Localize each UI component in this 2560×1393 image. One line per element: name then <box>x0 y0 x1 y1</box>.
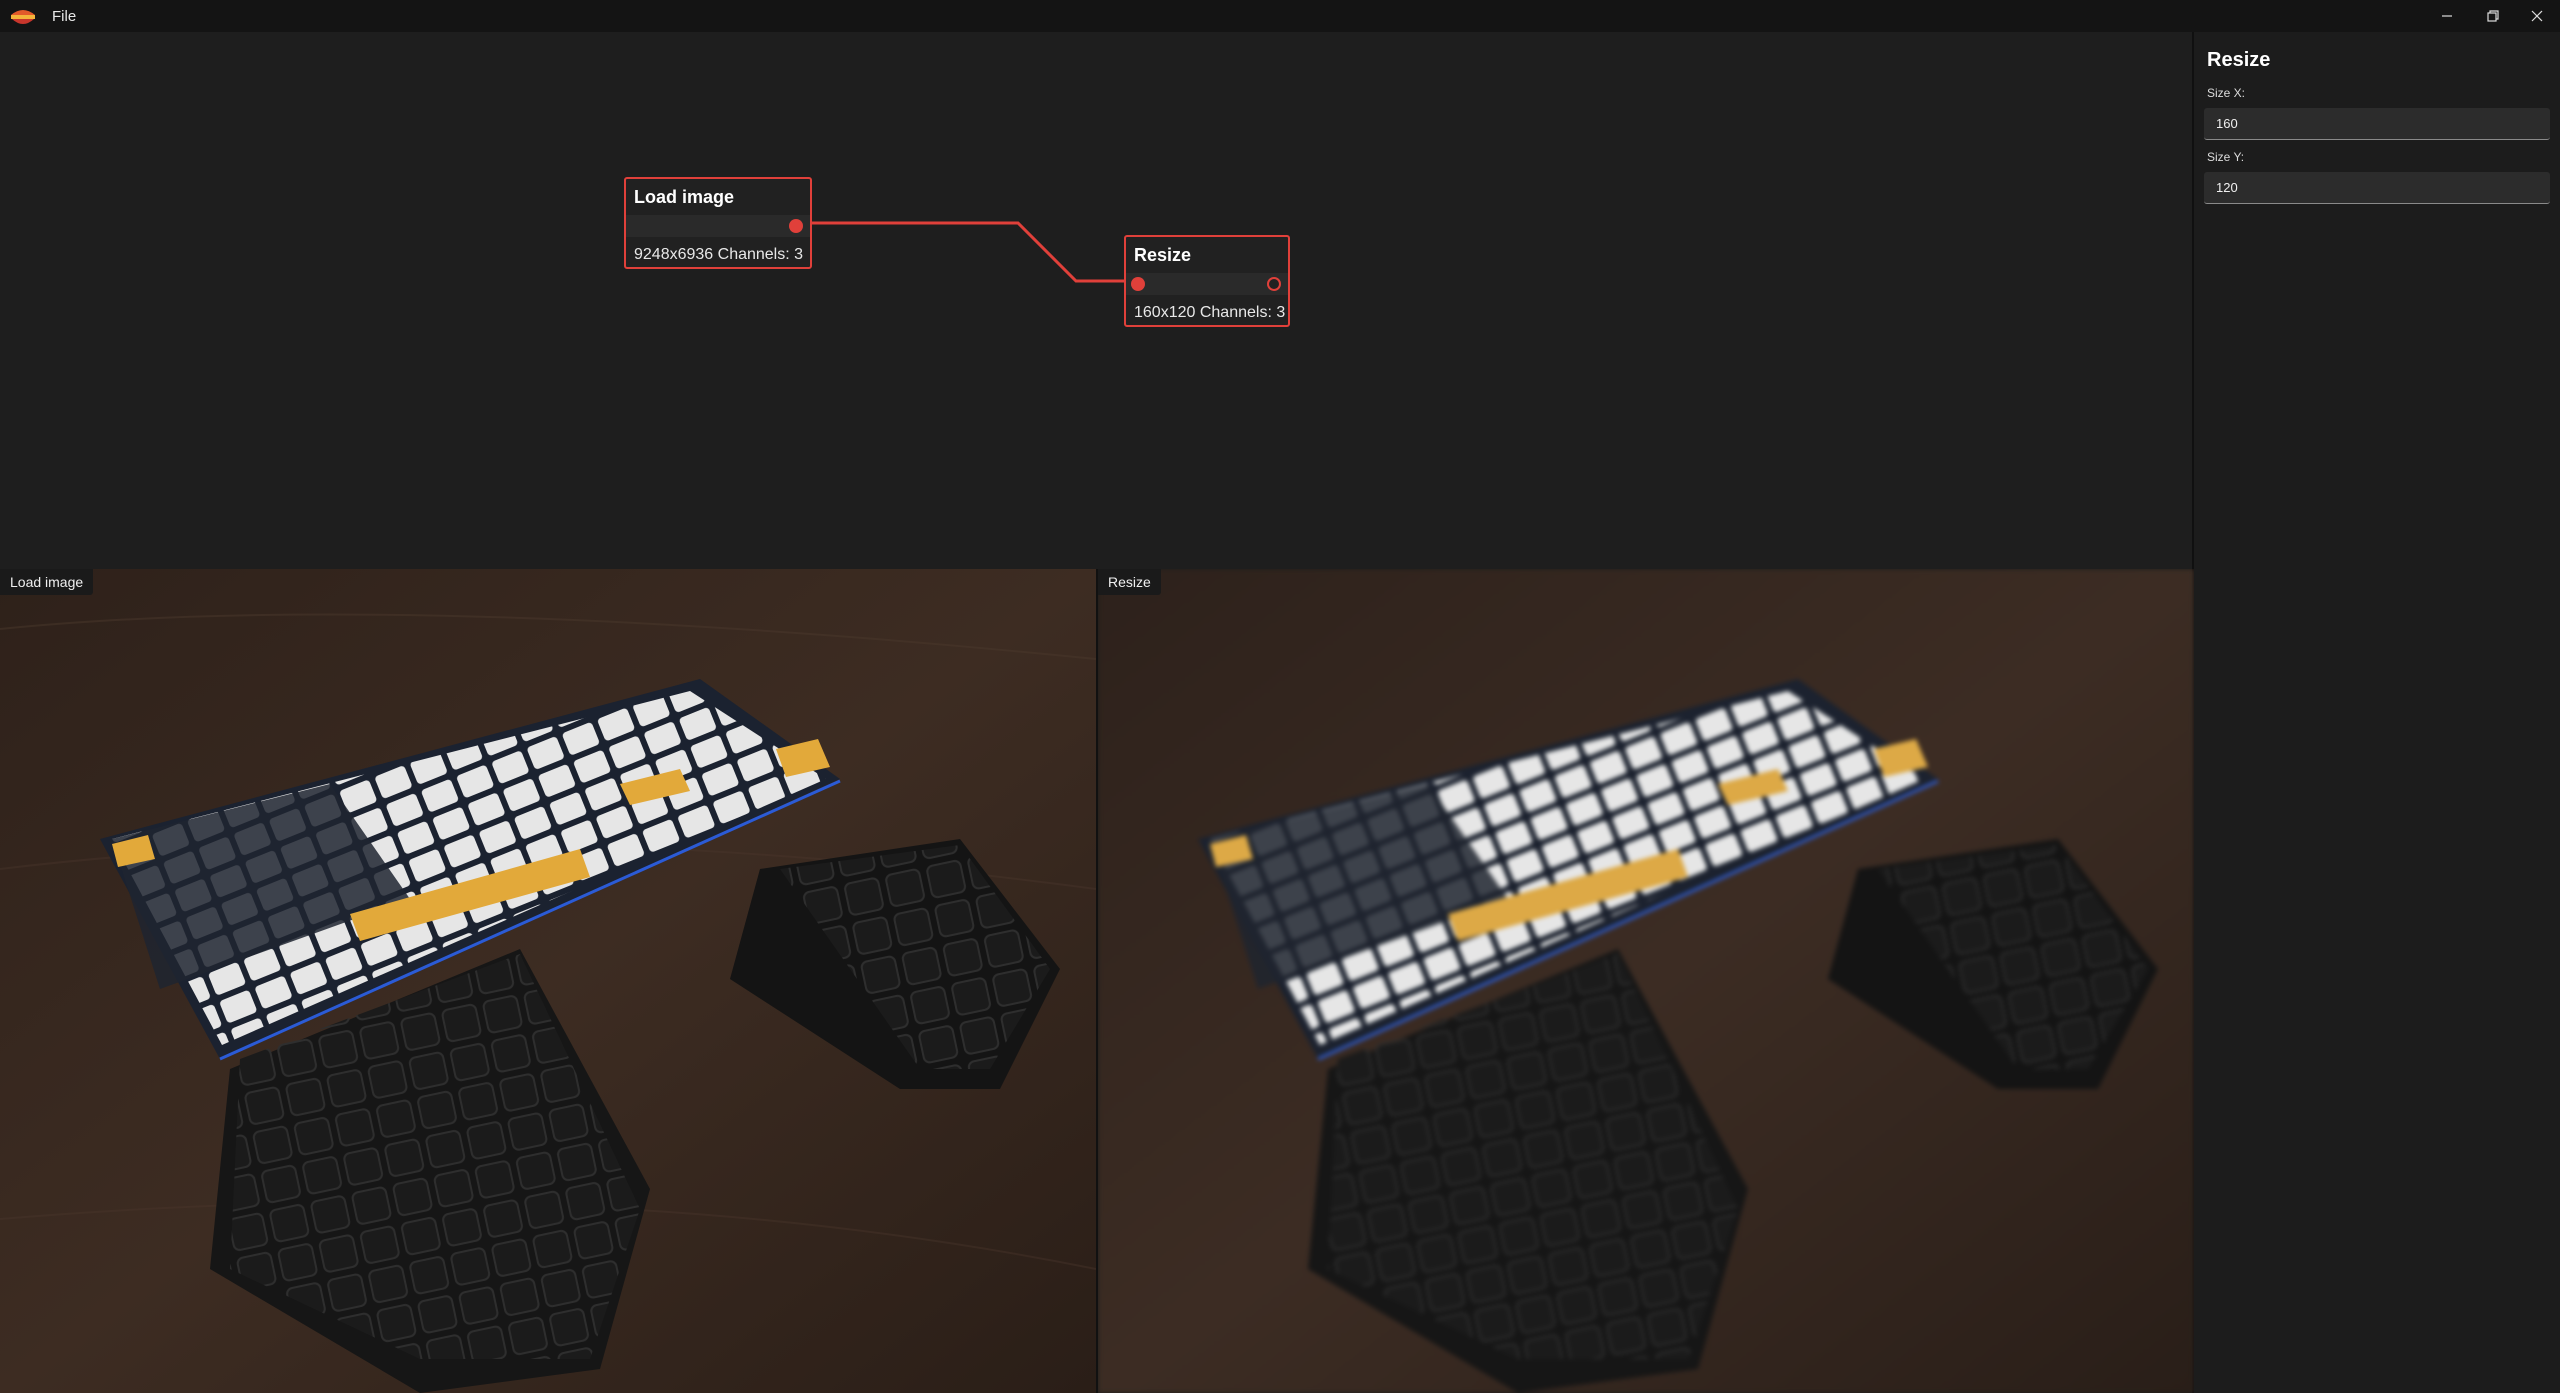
node-info: 160x120 Channels: 3 <box>1134 304 1286 321</box>
size-y-label: Size Y: <box>2207 150 2245 164</box>
size-y-input[interactable] <box>2204 172 2550 204</box>
keyboards-photo <box>0 569 1096 1393</box>
restore-button[interactable] <box>2470 0 2516 32</box>
close-icon <box>2531 10 2543 22</box>
preview-label: Resize <box>1098 569 1161 595</box>
node-graph-canvas[interactable]: Load image 9248x6936 Channels: 3 Resize … <box>0 32 2192 569</box>
connection-wires <box>800 221 1136 287</box>
minimize-icon <box>2442 15 2452 17</box>
close-button[interactable] <box>2514 0 2560 32</box>
size-x-input[interactable] <box>2204 108 2550 140</box>
node-resize[interactable]: Resize 160x120 Channels: 3 <box>1124 235 1290 327</box>
wire-load-to-resize <box>800 221 1128 283</box>
node-info: 9248x6936 Channels: 3 <box>634 246 804 263</box>
properties-panel: Resize Size X: Size Y: <box>2192 32 2560 1393</box>
properties-title: Resize <box>2207 49 2271 71</box>
node-port-row <box>626 215 810 237</box>
output-port[interactable] <box>1267 277 1281 291</box>
keyboards-photo-resized <box>1098 569 2194 1393</box>
restore-icon <box>2487 10 2499 22</box>
input-port[interactable] <box>1131 277 1145 291</box>
preview-load-image: Load image <box>0 569 1096 1393</box>
minimize-button[interactable] <box>2424 0 2470 32</box>
node-title: Resize <box>1134 245 1192 265</box>
node-port-row <box>1126 273 1288 295</box>
app-logo-icon <box>11 10 35 24</box>
output-port[interactable] <box>789 219 803 233</box>
size-x-label: Size X: <box>2207 86 2246 100</box>
node-title: Load image <box>634 187 735 207</box>
preview-label: Load image <box>0 569 94 595</box>
file-menu[interactable]: File <box>52 8 76 25</box>
node-load-image[interactable]: Load image 9248x6936 Channels: 3 <box>624 177 812 269</box>
preview-resize: Resize <box>1096 569 2194 1393</box>
title-bar: File <box>0 0 2560 32</box>
